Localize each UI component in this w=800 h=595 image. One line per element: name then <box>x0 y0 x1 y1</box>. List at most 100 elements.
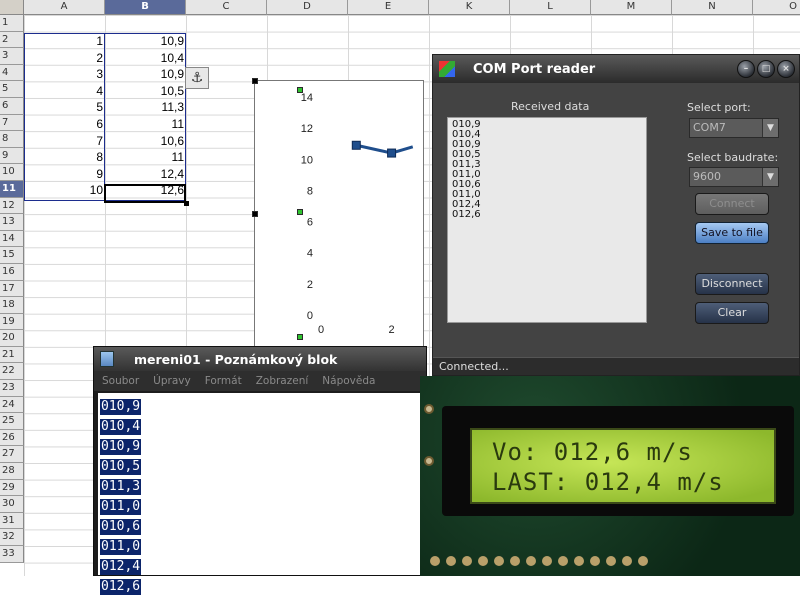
column-header[interactable]: M <box>591 0 672 15</box>
row-header[interactable]: 25 <box>0 413 24 430</box>
row-header[interactable]: 24 <box>0 396 24 414</box>
disconnect-button[interactable]: Disconnect <box>695 273 769 295</box>
cell-a[interactable]: 3 <box>24 66 105 83</box>
menu-item[interactable]: Úpravy <box>153 375 191 387</box>
row-header[interactable]: 7 <box>0 114 24 132</box>
menu-item[interactable]: Zobrazení <box>256 375 309 387</box>
lcd-line-2: LAST: 012,4 m/s <box>492 468 724 496</box>
close-icon[interactable]: × <box>777 60 795 78</box>
chart-frame-handle-left[interactable] <box>252 211 258 217</box>
menu-item[interactable]: Soubor <box>102 375 139 387</box>
row-header[interactable]: 3 <box>0 48 24 65</box>
column-header[interactable]: O <box>753 0 800 15</box>
text-line: 011,0 <box>100 539 142 555</box>
cell-b[interactable]: 10,9 <box>105 66 186 83</box>
baudrate-select[interactable]: 9600 ▼ <box>689 167 779 187</box>
data-range: 1 10,9 2 10,4 3 10,9 4 10,5 5 11,3 6 11 7 10,6 8 11 9 12,… <box>24 33 186 199</box>
row-header[interactable]: 17 <box>0 280 24 298</box>
row-header[interactable]: 23 <box>0 380 24 397</box>
notepad-title-bar[interactable]: mereni01 - Poznámkový blok <box>94 347 426 371</box>
column-header[interactable]: K <box>429 0 510 15</box>
menu-item[interactable]: Formát <box>205 375 242 387</box>
row-header[interactable]: 31 <box>0 512 24 530</box>
cell-b[interactable]: 11 <box>105 116 186 133</box>
cell-a[interactable]: 8 <box>24 149 105 166</box>
row-header[interactable]: 20 <box>0 330 24 347</box>
cell-b[interactable]: 10,6 <box>105 133 186 150</box>
cell-a[interactable]: 2 <box>24 50 105 67</box>
cell-b[interactable]: 10,9 <box>105 33 186 50</box>
cell-a[interactable]: 6 <box>24 116 105 133</box>
fill-handle[interactable] <box>184 201 189 206</box>
row-header[interactable]: 11 <box>0 180 24 198</box>
cell-b[interactable]: 10,4 <box>105 50 186 67</box>
chart-frame-handle-top-left[interactable] <box>252 78 258 84</box>
row-header[interactable]: 4 <box>0 64 24 82</box>
row-header[interactable]: 10 <box>0 164 24 181</box>
row-header[interactable]: 28 <box>0 463 24 480</box>
chart-handle-bottom[interactable] <box>297 334 303 340</box>
anchor-icon[interactable]: ⚓ <box>185 67 209 89</box>
row-header[interactable]: 14 <box>0 230 24 248</box>
com-title-bar[interactable]: COM Port reader – □ × <box>433 55 799 83</box>
row-header[interactable]: 26 <box>0 429 24 447</box>
received-data-list[interactable]: 010,9 010,4 010,9 010,5 011,3 011,0 010,6 011,0… <box>447 117 647 323</box>
row-header[interactable]: 12 <box>0 197 24 215</box>
notepad-text-area[interactable]: 010,9 010,4 010,9 010,5 011,3 011,0 010,6 011,0… <box>98 393 422 595</box>
column-header[interactable]: A <box>24 0 105 15</box>
row-header[interactable]: 27 <box>0 446 24 464</box>
menu-item[interactable]: Nápověda <box>322 375 375 387</box>
cell-a[interactable]: 10 <box>24 182 105 199</box>
cell-a[interactable]: 9 <box>24 166 105 183</box>
save-to-file-button[interactable]: Save to file <box>695 222 769 244</box>
text-line: 010,9 <box>100 439 142 455</box>
chevron-down-icon[interactable]: ▼ <box>762 168 778 186</box>
row-header[interactable]: 5 <box>0 81 24 98</box>
cell-b[interactable]: 12,6 <box>105 182 186 199</box>
row-header[interactable]: 8 <box>0 131 24 148</box>
row-header[interactable]: 19 <box>0 313 24 331</box>
column-header[interactable]: N <box>672 0 753 15</box>
cell-b[interactable]: 10,5 <box>105 83 186 100</box>
row-header[interactable]: 29 <box>0 479 24 497</box>
row-header[interactable]: 15 <box>0 247 24 264</box>
row-header[interactable]: 18 <box>0 297 24 314</box>
select-all-corner[interactable] <box>0 0 24 15</box>
row-header[interactable]: 30 <box>0 496 24 513</box>
chart-handle-top[interactable] <box>297 87 303 93</box>
chart-handle-middle[interactable] <box>297 209 303 215</box>
data-point <box>351 140 361 150</box>
row-header[interactable]: 22 <box>0 363 24 381</box>
column-header[interactable]: D <box>267 0 348 15</box>
row-header[interactable]: 21 <box>0 346 24 364</box>
column-header[interactable]: E <box>348 0 429 15</box>
maximize-icon[interactable]: □ <box>757 60 775 78</box>
row-header[interactable]: 33 <box>0 546 24 563</box>
column-header[interactable]: C <box>186 0 267 15</box>
cell-a[interactable]: 7 <box>24 133 105 150</box>
row-header[interactable]: 9 <box>0 147 24 165</box>
clear-button[interactable]: Clear <box>695 302 769 324</box>
cell-b[interactable]: 11,3 <box>105 99 186 116</box>
cell-a[interactable]: 5 <box>24 99 105 116</box>
minimize-icon[interactable]: – <box>737 60 755 78</box>
cell-b[interactable]: 12,4 <box>105 166 186 183</box>
column-header[interactable]: B <box>105 0 186 15</box>
column-header[interactable]: L <box>510 0 591 15</box>
data-point <box>387 148 397 158</box>
row-header[interactable]: 16 <box>0 263 24 281</box>
chart[interactable]: 14 12 10 8 6 4 2 0 0 2 <box>252 78 424 350</box>
row-header[interactable]: 13 <box>0 214 24 231</box>
cell-a[interactable]: 4 <box>24 83 105 100</box>
chevron-down-icon[interactable]: ▼ <box>762 119 778 137</box>
row-header[interactable]: 1 <box>0 15 24 32</box>
row-header[interactable]: 32 <box>0 529 24 546</box>
text-line: 011,3 <box>100 479 142 495</box>
notepad-window: mereni01 - Poznámkový blok Soubor Úpravy F… <box>93 346 427 595</box>
row-header[interactable]: 2 <box>0 31 24 49</box>
row-header[interactable]: 6 <box>0 97 24 115</box>
cell-a[interactable]: 1 <box>24 33 105 50</box>
cell-b[interactable]: 11 <box>105 149 186 166</box>
connect-button[interactable]: Connect <box>695 193 769 215</box>
port-select[interactable]: COM7 ▼ <box>689 118 779 138</box>
